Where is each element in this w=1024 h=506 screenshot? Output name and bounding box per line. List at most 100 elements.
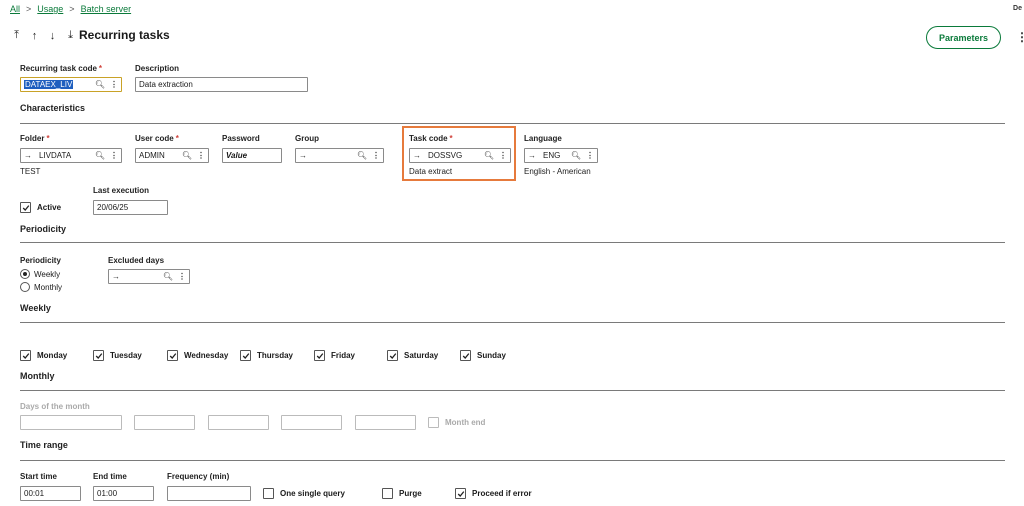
arrow-right-icon[interactable]: → [528, 151, 536, 160]
checkbox-box[interactable] [314, 350, 325, 361]
check-icon [169, 352, 176, 359]
checkbox-box[interactable] [263, 488, 274, 499]
checkbox-box[interactable] [93, 350, 104, 361]
divider [20, 242, 1005, 243]
weekday-label: Monday [37, 351, 68, 360]
page-title: Recurring tasks [79, 28, 170, 42]
weekday-checkbox-saturday[interactable]: Saturday [387, 350, 438, 361]
user-code-value: ADMIN [139, 151, 165, 160]
checkbox-box[interactable] [240, 350, 251, 361]
group-field[interactable]: → 🔍︎ ⋮ [295, 148, 384, 163]
language-field[interactable]: → ENG 🔍︎ ⋮ [524, 148, 598, 163]
more-icon[interactable]: ⋮ [586, 151, 594, 160]
weekday-label: Tuesday [110, 351, 142, 360]
arrow-right-icon[interactable]: → [413, 151, 421, 160]
more-icon[interactable]: ⋮ [178, 272, 186, 281]
check-icon [389, 352, 396, 359]
day-of-month-field[interactable] [208, 415, 269, 430]
more-icon[interactable]: ⋮ [197, 151, 205, 160]
days-of-month-label: Days of the month [20, 402, 90, 411]
search-icon[interactable]: 🔍︎ [484, 151, 494, 160]
weekday-checkbox-monday[interactable]: Monday [20, 350, 67, 361]
parameters-button[interactable]: Parameters [926, 26, 1001, 49]
checkbox-box[interactable] [460, 350, 471, 361]
search-icon[interactable]: 🔍︎ [95, 80, 105, 89]
search-icon[interactable]: 🔍︎ [182, 151, 192, 160]
breadcrumb-usage-link[interactable]: Usage [37, 4, 63, 14]
task-code-value: DATAEX_LIV [24, 80, 74, 89]
previous-record-icon[interactable]: ↑ [30, 30, 39, 42]
weekday-checkbox-wednesday[interactable]: Wednesday [167, 350, 228, 361]
weekday-label: Sunday [477, 351, 506, 360]
periodicity-label: Periodicity [20, 256, 61, 265]
arrow-right-icon[interactable]: → [112, 272, 120, 281]
day-of-month-field[interactable] [134, 415, 195, 430]
more-icon[interactable]: ⋮ [110, 151, 118, 160]
search-icon[interactable]: 🔍︎ [357, 151, 367, 160]
first-record-icon[interactable]: ⤒ [12, 29, 21, 42]
day-of-month-field[interactable] [20, 415, 122, 430]
radio-monthly[interactable]: Monthly [20, 282, 62, 292]
proceed-if-error-checkbox[interactable]: Proceed if error [455, 488, 532, 499]
user-code-field[interactable]: ADMIN 🔍︎ ⋮ [135, 148, 209, 163]
breadcrumb-all-link[interactable]: All [10, 4, 20, 14]
start-time-field[interactable]: 00:01 [20, 486, 81, 501]
search-icon[interactable]: 🔍︎ [95, 151, 105, 160]
checkbox-box[interactable] [167, 350, 178, 361]
search-icon[interactable]: 🔍︎ [571, 151, 581, 160]
end-time-field[interactable]: 01:00 [93, 486, 154, 501]
checkbox-box[interactable] [20, 350, 31, 361]
end-time-label: End time [93, 472, 127, 481]
recurring-task-code-field[interactable]: DATAEX_LIV 🔍︎ ⋮ [20, 77, 122, 92]
excluded-days-field[interactable]: → 🔍︎ ⋮ [108, 269, 190, 284]
password-field[interactable]: Value [222, 148, 282, 163]
weekday-checkbox-tuesday[interactable]: Tuesday [93, 350, 142, 361]
checkbox-box[interactable] [20, 202, 31, 213]
breadcrumb-batch-server-link[interactable]: Batch server [81, 4, 132, 14]
check-icon [316, 352, 323, 359]
task-code-field[interactable]: → DOSSVG 🔍︎ ⋮ [409, 148, 511, 163]
weekday-checkbox-sunday[interactable]: Sunday [460, 350, 506, 361]
checkbox-box[interactable] [382, 488, 393, 499]
checkbox-box[interactable] [455, 488, 466, 499]
day-of-month-field[interactable] [281, 415, 342, 430]
periodicity-title: Periodicity [20, 224, 67, 234]
radio-weekly-label: Weekly [34, 269, 61, 279]
month-end-checkbox[interactable]: Month end [428, 417, 485, 428]
characteristics-title: Characteristics [20, 103, 86, 113]
more-icon[interactable]: ⋮ [110, 80, 118, 89]
weekday-label: Thursday [257, 351, 294, 360]
purge-checkbox[interactable]: Purge [382, 488, 422, 499]
more-icon[interactable]: ⋮ [499, 151, 507, 160]
radio-circle[interactable] [20, 269, 30, 279]
last-record-icon[interactable]: ⤓ [66, 29, 75, 42]
last-execution-field[interactable]: 20/06/25 [93, 200, 168, 215]
required-mark: * [98, 64, 103, 73]
radio-weekly[interactable]: Weekly [20, 269, 60, 279]
search-icon[interactable]: 🔍︎ [163, 272, 173, 281]
last-execution-value: 20/06/25 [97, 203, 129, 212]
active-checkbox[interactable]: Active [20, 202, 61, 213]
next-record-icon[interactable]: ↓ [48, 30, 57, 42]
arrow-right-icon[interactable]: → [299, 151, 307, 160]
folder-field[interactable]: → LIVDATA 🔍︎ ⋮ [20, 148, 122, 163]
more-icon[interactable]: ⋮ [372, 151, 380, 160]
one-single-query-checkbox[interactable]: One single query [263, 488, 345, 499]
frequency-field[interactable] [167, 486, 251, 501]
checkbox-box[interactable] [387, 350, 398, 361]
weekday-checkbox-thursday[interactable]: Thursday [240, 350, 293, 361]
radio-circle[interactable] [20, 282, 30, 292]
divider [20, 322, 1005, 323]
active-label: Active [37, 203, 62, 212]
monthly-title: Monthly [20, 371, 55, 381]
start-time-label: Start time [20, 472, 57, 481]
divider [20, 460, 1005, 461]
day-of-month-field[interactable] [355, 415, 416, 430]
check-icon [95, 352, 102, 359]
weekday-checkbox-friday[interactable]: Friday [314, 350, 355, 361]
description-label: Description [135, 64, 180, 73]
more-actions-icon[interactable]: ⋮ [1016, 30, 1024, 44]
arrow-right-icon[interactable]: → [24, 151, 32, 160]
description-field[interactable]: Data extraction [135, 77, 308, 92]
checkbox-box[interactable] [428, 417, 439, 428]
